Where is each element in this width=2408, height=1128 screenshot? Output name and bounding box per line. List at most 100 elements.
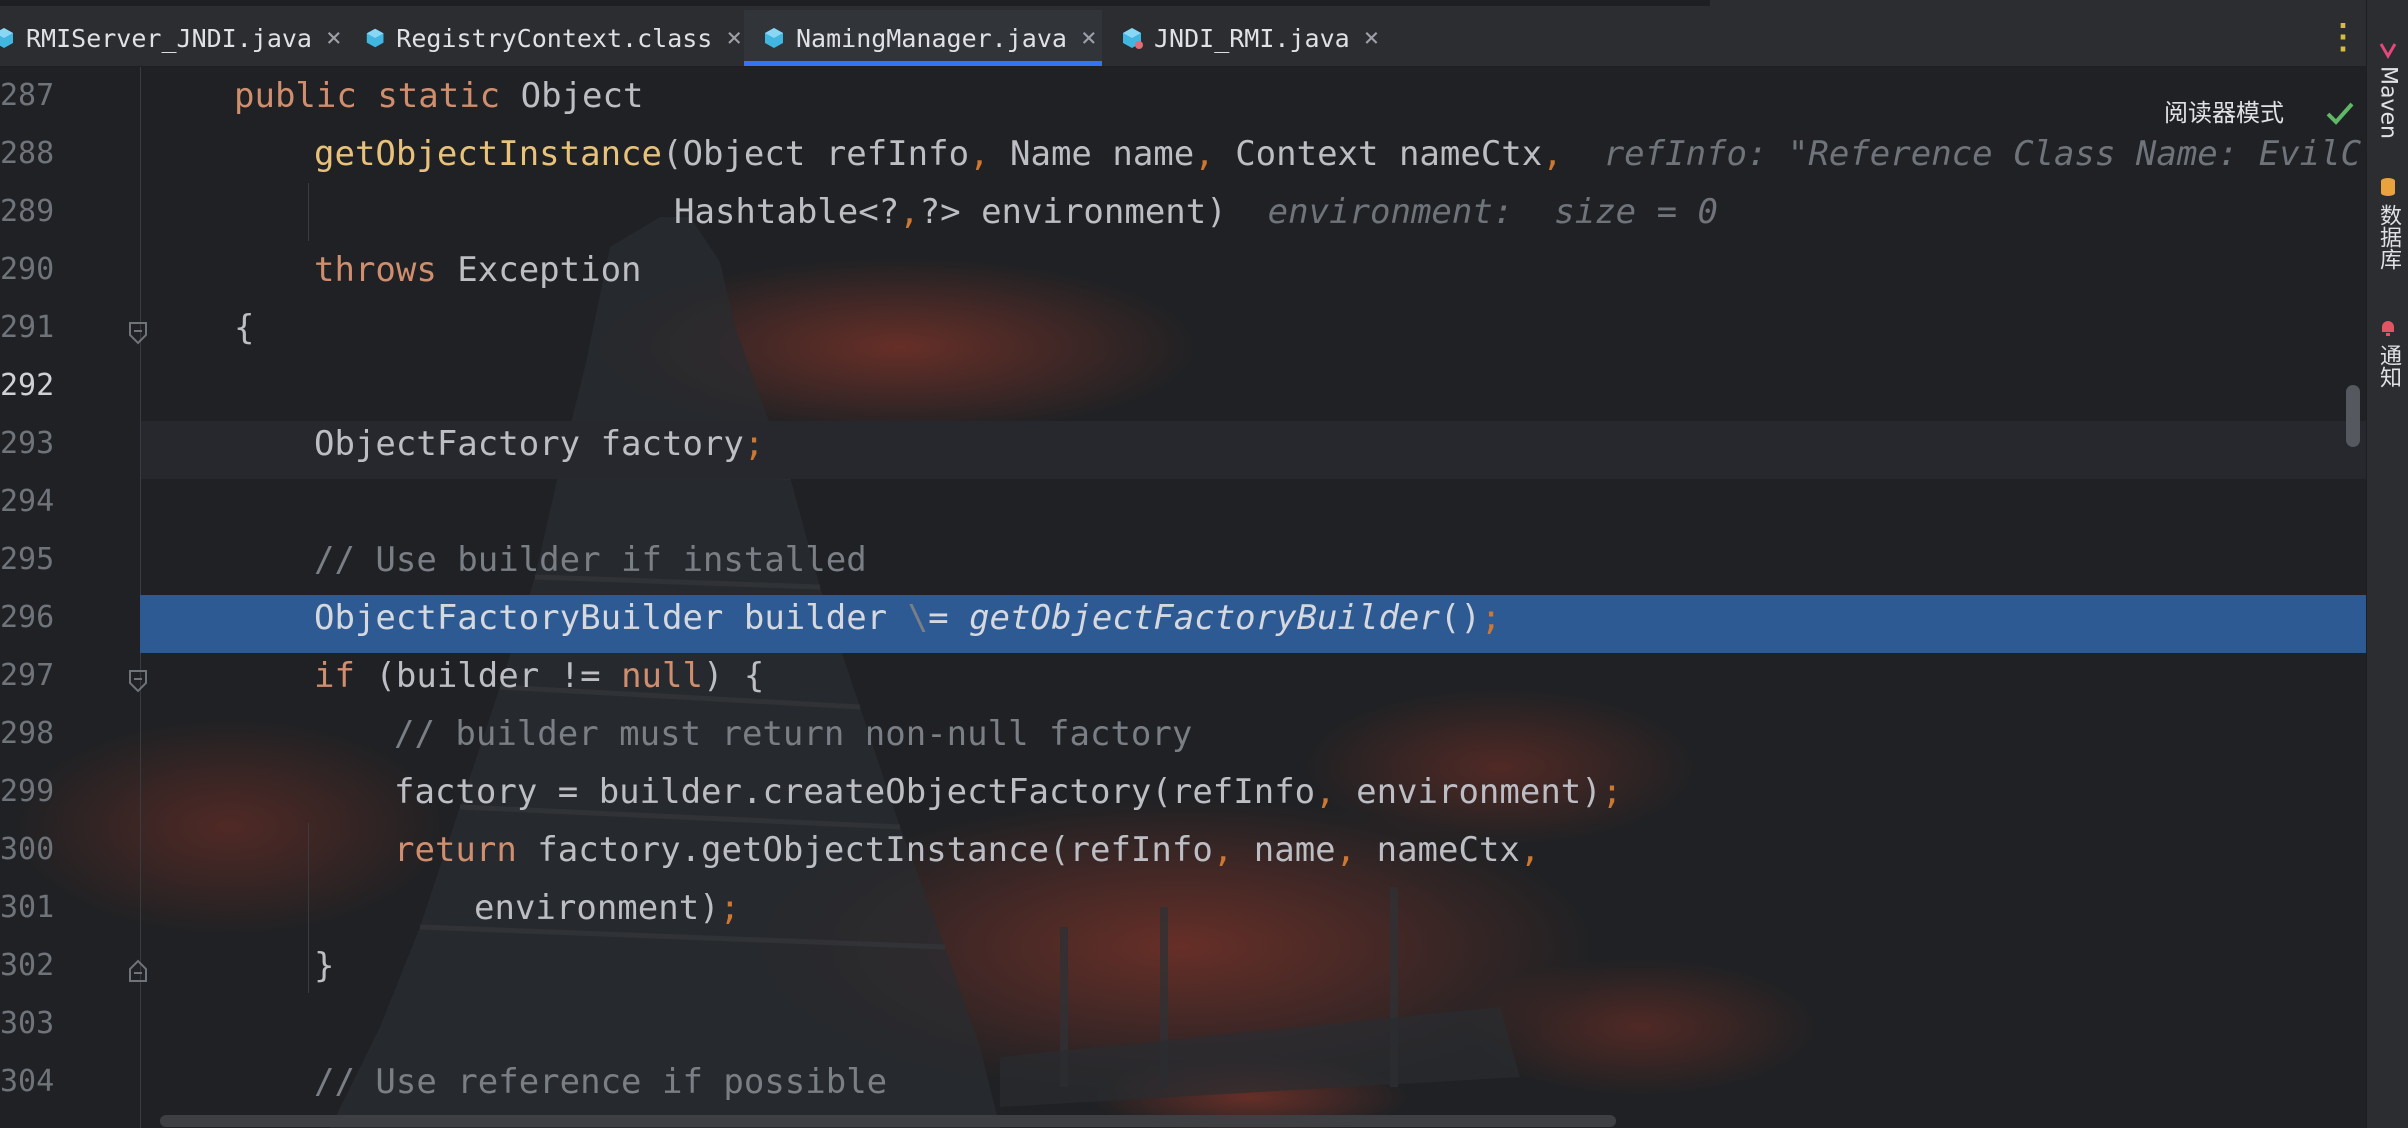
database-tool-button[interactable]: 数据库 xyxy=(2373,176,2403,286)
code-line-304[interactable]: // Use reference if possible xyxy=(314,1053,887,1111)
keyword: null xyxy=(621,656,703,696)
statement: name xyxy=(1233,830,1336,870)
line-number: 295 xyxy=(0,542,55,577)
code-line-287[interactable]: public static Object xyxy=(234,67,643,125)
code-line-302[interactable]: } xyxy=(314,937,334,995)
tab-registrycontext[interactable]: RegistryContext.class × xyxy=(352,10,742,66)
tab-namingmanager[interactable]: NamingManager.java × xyxy=(744,10,1102,66)
semicolon: ; xyxy=(1601,772,1623,812)
comma: , xyxy=(1315,772,1336,812)
maven-tool-button[interactable]: Maven xyxy=(2373,40,2403,140)
tab-rmiserver-jndi[interactable]: RMIServer_JNDI.java × xyxy=(0,10,345,66)
tab-label: JNDI_RMI.java xyxy=(1154,23,1350,53)
code-editor[interactable]: 287 288 289 290 291 292 293 294 295 296 … xyxy=(0,67,2366,1128)
line-number: 297 xyxy=(0,658,55,693)
horizontal-scrollbar-thumb[interactable] xyxy=(160,1115,1616,1127)
line-number: 299 xyxy=(0,774,55,809)
indent-guide xyxy=(308,183,309,241)
code-line-291[interactable]: { xyxy=(234,299,254,357)
statement: factory = builder.createObjectFactory(re… xyxy=(394,772,1316,812)
java-class-icon xyxy=(1123,28,1143,49)
code-line-297[interactable]: if (builder != null) { xyxy=(314,647,764,705)
comment: // Use reference if possible xyxy=(314,1062,888,1102)
keyword: return xyxy=(394,830,517,870)
vertical-scrollbar-thumb[interactable] xyxy=(2346,385,2360,447)
line-number: 302 xyxy=(0,948,55,983)
line-number: 288 xyxy=(0,136,55,171)
operator: = xyxy=(928,598,970,638)
close-tab-icon[interactable]: × xyxy=(1364,23,1380,53)
semicolon: ; xyxy=(1480,598,1502,638)
keyword: static xyxy=(377,76,501,116)
statement: environment) xyxy=(474,888,720,928)
tab-label: RegistryContext.class xyxy=(396,23,713,53)
code-line-296[interactable]: ObjectFactoryBuilder builder \= getObjec… xyxy=(314,589,1501,647)
line-number: 300 xyxy=(0,832,55,867)
java-class-icon xyxy=(0,28,13,48)
tab-label: RMIServer_JNDI.java xyxy=(26,23,312,53)
line-number-gutter[interactable]: 287 288 289 290 291 292 293 294 295 296 … xyxy=(0,67,147,1128)
line-number-current: 292 xyxy=(0,368,55,403)
code-line-293[interactable]: ObjectFactory factory; xyxy=(314,415,764,473)
tab-label: NamingManager.java xyxy=(796,23,1067,53)
notifications-tool-button[interactable]: 通知 xyxy=(2373,318,2403,408)
type-name: Object xyxy=(520,76,644,116)
param: Name name xyxy=(989,134,1195,174)
param: Hashtable<? xyxy=(674,192,900,232)
close-tab-icon[interactable]: × xyxy=(1081,23,1097,53)
fold-marker-icon[interactable] xyxy=(126,669,150,693)
notification-bell-icon xyxy=(2382,321,2394,336)
keyword: if xyxy=(314,656,355,696)
right-tool-strip: Maven 数据库 通知 xyxy=(2366,0,2408,1128)
debug-inline-value: environment: size = 0 xyxy=(1267,192,1718,232)
statement: nameCtx xyxy=(1356,830,1520,870)
line-number: 296 xyxy=(0,600,55,635)
statement: ) { xyxy=(702,656,765,696)
comment: // builder must return non-null factory xyxy=(394,714,1193,754)
editor-tab-bar: RMIServer_JNDI.java × RegistryContext.cl… xyxy=(0,0,2366,67)
line-number: 301 xyxy=(0,890,55,925)
notifications-label: 通知 xyxy=(2376,344,2401,388)
reader-mode-button[interactable]: 阅读器模式 xyxy=(2164,91,2284,135)
close-tab-icon[interactable]: × xyxy=(326,23,342,53)
line-number: 303 xyxy=(0,1006,55,1041)
type-name: Exception xyxy=(436,250,642,290)
line-number: 289 xyxy=(0,194,55,229)
keyword: public xyxy=(234,76,357,116)
maven-icon xyxy=(2379,43,2397,59)
statement: (builder != xyxy=(354,656,622,696)
comment: // Use builder if installed xyxy=(314,540,867,580)
line-number: 287 xyxy=(0,78,55,113)
param: Context nameCtx xyxy=(1214,134,1543,174)
inspection-ok-checkmark-icon[interactable] xyxy=(2324,97,2356,129)
indent-guide xyxy=(308,823,309,993)
more-tabs-icon[interactable]: ⋮ xyxy=(2326,14,2360,62)
code-line-301[interactable]: environment); xyxy=(474,879,740,937)
brace: { xyxy=(234,308,255,348)
code-line-288[interactable]: getObjectInstance(Object refInfo, Name n… xyxy=(314,125,2366,183)
maven-label: Maven xyxy=(2375,66,2401,139)
line-number: 290 xyxy=(0,252,55,287)
java-class-icon xyxy=(765,28,783,48)
code-line-299[interactable]: factory = builder.createObjectFactory(re… xyxy=(394,763,1622,821)
comma: , xyxy=(1194,134,1215,174)
comma: , xyxy=(1335,830,1357,870)
code-line-289[interactable]: Hashtable<?,?> environment) environment:… xyxy=(674,183,1718,241)
code-line-300[interactable]: return factory.getObjectInstance(refInfo… xyxy=(394,821,1540,879)
statement: ObjectFactory factory xyxy=(314,424,744,464)
debug-inline-value: refInfo: "Reference Class Name: EvilCla xyxy=(1603,134,2366,174)
fold-end-marker-icon[interactable] xyxy=(126,959,150,983)
static-method-call: getObjectFactoryBuilder xyxy=(969,598,1440,638)
comma: , xyxy=(1519,830,1541,870)
code-line-290[interactable]: throws Exception xyxy=(314,241,642,299)
code-line-298[interactable]: // builder must return non-null factory xyxy=(394,705,1192,763)
tab-jndi-rmi[interactable]: JNDI_RMI.java × xyxy=(1104,10,1384,66)
close-tab-icon[interactable]: × xyxy=(726,23,742,53)
comma: , xyxy=(1212,830,1234,870)
tab-bar-top-edge xyxy=(0,0,1710,6)
fold-marker-icon[interactable] xyxy=(126,321,150,345)
param: ?> environment) xyxy=(919,192,1227,232)
line-number: 293 xyxy=(0,426,55,461)
code-line-295[interactable]: // Use builder if installed xyxy=(314,531,867,589)
paren: () xyxy=(1439,598,1481,638)
